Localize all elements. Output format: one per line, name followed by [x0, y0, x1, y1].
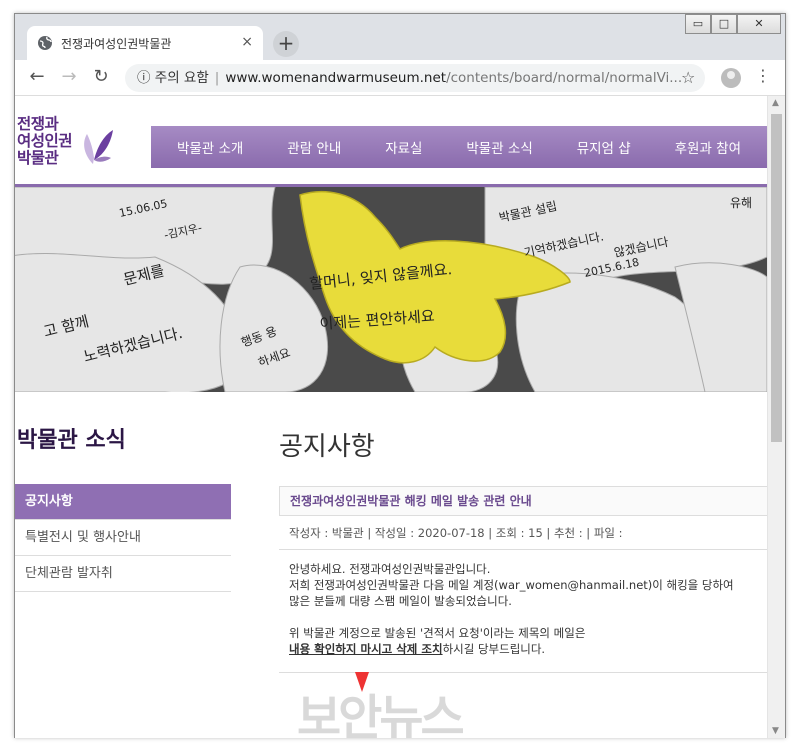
- sidebar-menu: 공지사항 특별전시 및 행사안내 단체관람 발자취: [15, 484, 231, 592]
- browser-toolbar: ← → ↻ ⓘ 주의 요함 | www.womenandwarmuseum.net/…: [15, 60, 785, 96]
- post-body: 안녕하세요. 전쟁과여성인권박물관입니다. 저희 전쟁과여성인권박물관 다음 메…: [279, 550, 767, 668]
- scrollbar-thumb[interactable]: [771, 114, 782, 442]
- url-host: www.womenandwarmuseum.net: [225, 70, 447, 86]
- watermark: 보안뉴스: [297, 672, 465, 738]
- nav-item-about[interactable]: 박물관 소개: [177, 137, 243, 157]
- body-line: 많은 분들께 대량 스팸 메일이 발송되었습니다.: [289, 594, 512, 608]
- watermark-flag-icon: [355, 672, 369, 692]
- body-line: 저희 전쟁과여성인권박물관 다음 메일 계정(war_women@hanmail…: [289, 578, 734, 592]
- menu-kebab-icon[interactable]: ⋮: [755, 66, 771, 85]
- hero-image: 할머니, 잊지 않을께요. 이제는 편안하세요 15.06.05 -김지우- 문…: [15, 187, 767, 392]
- browser-tab[interactable]: 전쟁과여성인권박물관 ×: [27, 26, 263, 60]
- museum-logo[interactable]: 전쟁과 여성인권 박물관: [17, 116, 127, 176]
- nav-item-visit[interactable]: 관람 안내: [287, 137, 341, 157]
- sidebar-title: 박물관 소식: [17, 428, 126, 453]
- watermark-text: 보안뉴스: [297, 690, 465, 738]
- bookmark-star-icon[interactable]: ☆: [681, 68, 695, 87]
- account-avatar[interactable]: [721, 68, 741, 88]
- back-arrow-icon: ←: [29, 66, 45, 87]
- forward-button[interactable]: →: [57, 66, 81, 87]
- url-path: /contents/board/normal/normalVi...: [446, 70, 683, 86]
- sidebar-item-group-visits[interactable]: 단체관람 발자취: [15, 556, 231, 592]
- new-tab-button[interactable]: +: [273, 31, 299, 57]
- main-nav: 박물관 소개 관람 안내 자료실 박물관 소식 뮤지엄 샵 후원과 참여: [151, 126, 767, 168]
- scroll-up-icon[interactable]: ▲: [772, 98, 779, 108]
- butterfly-logo-icon: [84, 130, 113, 164]
- post-view: 전쟁과여성인권박물관 해킹 메일 발송 관련 안내 작성자 : 박물관 | 작성…: [279, 486, 767, 673]
- nav-item-news[interactable]: 박물관 소식: [466, 137, 532, 157]
- globe-icon: [38, 36, 52, 50]
- body-line: 내용 확인하지 마시고 삭제 조치하시길 당부드립니다.: [289, 641, 757, 657]
- divider: |: [214, 70, 220, 86]
- page-title: 공지사항: [279, 432, 375, 462]
- security-label: 주의 요함: [154, 70, 209, 86]
- body-line-rest: 하시길 당부드립니다.: [442, 642, 546, 656]
- nav-item-shop[interactable]: 뮤지엄 샵: [577, 137, 631, 157]
- close-button[interactable]: ✕: [737, 14, 781, 34]
- post-title: 전쟁과여성인권박물관 해킹 메일 발송 관련 안내: [279, 486, 767, 516]
- reload-icon: ↻: [93, 66, 109, 87]
- nav-item-archive[interactable]: 자료실: [385, 137, 422, 157]
- site-header: 전쟁과 여성인권 박물관 박물관 소개 관람 안내 자료실 박물관 소식 뮤지엄…: [15, 96, 767, 188]
- body-line: 안녕하세요. 전쟁과여성인권박물관입니다.: [289, 562, 491, 576]
- body-emphasis: 내용 확인하지 마시고 삭제 조치: [289, 642, 443, 656]
- note-text-6: 유해: [730, 196, 752, 210]
- address-bar[interactable]: ⓘ 주의 요함 | www.womenandwarmuseum.net/conten…: [125, 64, 705, 92]
- info-icon[interactable]: ⓘ: [137, 70, 151, 86]
- post-meta: 작성자 : 박물관 | 작성일 : 2020-07-18 | 조회 : 15 |…: [279, 516, 767, 550]
- tab-close-icon[interactable]: ×: [241, 34, 253, 50]
- maximize-button[interactable]: □: [711, 14, 737, 34]
- sidebar-item-exhibitions[interactable]: 특별전시 및 행사안내: [15, 520, 231, 556]
- vertical-scrollbar[interactable]: ▲ ▼: [767, 96, 785, 738]
- browser-window: 전쟁과여성인권박물관 × + ▭ □ ✕ ← → ↻ ⓘ 주의 요함 | www.w…: [14, 13, 786, 738]
- close-icon: ✕: [754, 17, 764, 30]
- minimize-icon: ▭: [692, 17, 704, 30]
- scroll-down-icon[interactable]: ▼: [772, 726, 779, 736]
- sidebar-item-notices[interactable]: 공지사항: [15, 484, 231, 520]
- forward-arrow-icon: →: [61, 66, 77, 87]
- page-viewport: 전쟁과 여성인권 박물관 박물관 소개 관람 안내 자료실 박물관 소식 뮤지엄…: [15, 96, 767, 738]
- body-line: 위 박물관 계정으로 발송된 '견적서 요청'이라는 제목의 메일은: [289, 626, 586, 640]
- maximize-icon: □: [718, 17, 730, 30]
- minimize-button[interactable]: ▭: [685, 14, 711, 34]
- post-divider: [279, 672, 767, 673]
- title-bar: 전쟁과여성인권박물관 × + ▭ □ ✕: [15, 14, 785, 60]
- hero-banner: 할머니, 잊지 않을께요. 이제는 편안하세요 15.06.05 -김지우- 문…: [15, 187, 767, 392]
- tab-title: 전쟁과여성인권박물관: [61, 36, 172, 51]
- back-button[interactable]: ←: [25, 66, 49, 87]
- nav-item-support[interactable]: 후원과 참여: [675, 137, 741, 157]
- reload-button[interactable]: ↻: [89, 66, 113, 87]
